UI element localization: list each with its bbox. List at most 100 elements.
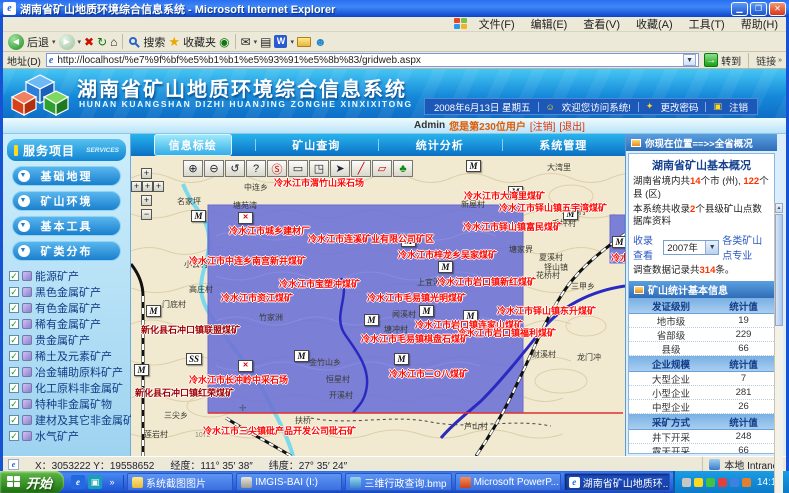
map-viewport[interactable]: 401 ✛ ⊕⊖↺?Ⓢ▭◳➤╱▱♣ +++++− 名家坪中连乡塘苑湾大湾里新屋村…	[131, 156, 625, 456]
checkbox-checked-icon[interactable]: ✓	[9, 431, 19, 441]
print-button[interactable]: ▤	[260, 34, 271, 50]
select-area-icon[interactable]: ◳	[309, 160, 329, 177]
mine-marker[interactable]: SS	[186, 353, 202, 365]
checkbox-checked-icon[interactable]: ✓	[9, 335, 19, 345]
checkbox-checked-icon[interactable]: ✓	[9, 319, 19, 329]
forward-button[interactable]: ▶▾	[59, 34, 82, 50]
stop-button[interactable]: ✖	[84, 34, 94, 50]
favorites-button[interactable]: ★收藏夹	[168, 34, 216, 50]
mine-label[interactable]: 冷水江市二O八煤矿	[389, 367, 468, 380]
close-button[interactable]: ✕	[769, 2, 786, 16]
mine-marker[interactable]: M	[364, 314, 379, 326]
layer-item[interactable]: ✓ 贵金属矿产	[9, 332, 130, 348]
logoff-link[interactable]: [注销]	[530, 118, 556, 133]
mine-label[interactable]: 冷水江市宝塑冲煤矿	[279, 277, 360, 290]
mine-marker[interactable]: ✕	[238, 360, 253, 372]
checkbox-checked-icon[interactable]: ✓	[9, 399, 19, 409]
task-imgis-drive[interactable]: IMGIS-BAI (I:)	[236, 473, 342, 491]
mine-label[interactable]: 新化县石冲口镇联盟煤矿	[141, 323, 240, 336]
mine-label[interactable]: 冷水江市铎山镇五宇湾煤矿	[499, 201, 607, 214]
address-input[interactable]: e http://localhost/%e7%9f%bf%e5%b1%b1%e5…	[46, 53, 699, 67]
mine-label[interactable]: 新化县石冲口镇红荣煤矿	[135, 386, 234, 399]
mine-marker[interactable]: ✕	[238, 212, 253, 224]
home-button[interactable]: ⌂	[110, 34, 117, 50]
menu-tools[interactable]: 工具(T)	[681, 16, 733, 32]
mine-label[interactable]: 冷水江市城乡建材厂	[229, 224, 310, 237]
map-nav-button[interactable]: +	[141, 195, 152, 206]
layer-item[interactable]: ✓ 建材及其它非金属矿物	[9, 412, 130, 428]
menu-file[interactable]: 文件(F)	[471, 16, 523, 32]
sidebar-group-basic-tools[interactable]: ▼ 基本工具	[12, 216, 121, 236]
tray-help-icon[interactable]	[694, 478, 703, 487]
zoom-out-icon[interactable]: ⊖	[204, 160, 224, 177]
mine-label[interactable]: 冷水江市岩口镇福利煤矿	[457, 326, 556, 339]
mine-marker[interactable]: M	[134, 364, 149, 376]
address-dropdown-button[interactable]: ▼	[683, 54, 696, 66]
mine-label[interactable]: 冷水江市长冲岭中采石场	[189, 373, 288, 386]
map-nav-button[interactable]: +	[141, 168, 152, 179]
map-nav-button[interactable]: +	[153, 181, 164, 192]
measure-line-icon[interactable]: ╱	[351, 160, 371, 177]
scroll-up-icon[interactable]: ▲	[775, 203, 783, 213]
logout-link[interactable]: 注销	[729, 100, 748, 114]
mine-marker[interactable]: M	[438, 261, 453, 273]
start-button[interactable]: 开始	[0, 471, 64, 493]
change-password-link[interactable]: 更改密码	[660, 100, 698, 114]
tray-green-icon[interactable]	[706, 478, 715, 487]
folder-button[interactable]	[297, 37, 311, 47]
eraser-icon[interactable]: ▱	[372, 160, 392, 177]
year-select[interactable]: 2007年 ▼	[663, 240, 719, 255]
task-ie-current[interactable]: 湖南省矿山地质环...	[564, 473, 670, 491]
zoom-in-icon[interactable]: ⊕	[183, 160, 203, 177]
checkbox-checked-icon[interactable]: ✓	[9, 351, 19, 361]
tray-update-icon[interactable]	[742, 478, 751, 487]
mine-label[interactable]: 冷水江市毛易镇棋盘石煤矿	[361, 332, 469, 345]
mine-label[interactable]: 冷水江市渭竹山采石场	[274, 176, 364, 189]
layer-item[interactable]: ✓ 化工原料非金属矿	[9, 380, 130, 396]
mine-marker[interactable]: M	[146, 305, 161, 317]
menu-help[interactable]: 帮助(H)	[733, 16, 786, 32]
messenger-button[interactable]: ☻	[314, 34, 327, 50]
tray-network-icon[interactable]	[730, 478, 739, 487]
mine-marker[interactable]: M	[612, 236, 625, 248]
mine-label[interactable]: 冷水江市中连乡南宫新井煤矿	[189, 254, 306, 267]
checkbox-checked-icon[interactable]: ✓	[9, 287, 19, 297]
select-rect-icon[interactable]: ▭	[288, 160, 308, 177]
mine-marker[interactable]: M	[419, 305, 434, 317]
sidebar-group-mineral-distribution[interactable]: ▼ 矿类分布	[12, 241, 121, 261]
media-button[interactable]: ◉	[219, 34, 229, 50]
mine-label[interactable]: 冷水江市三尖镇砒产品开发公司砒石矿	[203, 424, 356, 437]
restore-button[interactable]: ❐	[750, 2, 767, 16]
menu-edit[interactable]: 编辑(E)	[523, 16, 576, 32]
minimize-button[interactable]: ▁	[731, 2, 748, 16]
exit-link[interactable]: [退出]	[559, 118, 585, 133]
back-button[interactable]: ◀后退▾	[8, 34, 56, 50]
task-powerpoint[interactable]: Microsoft PowerP...	[455, 473, 561, 491]
tray-shield-icon[interactable]	[718, 478, 727, 487]
tab-statistics[interactable]: 统计分析	[378, 135, 502, 155]
stop-icon[interactable]: Ⓢ	[267, 160, 287, 177]
mine-marker[interactable]: M	[191, 210, 206, 222]
search-button[interactable]: 搜索	[128, 34, 165, 50]
task-screenshot-folder[interactable]: 系统截图图片	[127, 473, 233, 491]
layer-item[interactable]: ✓ 水气矿产	[9, 428, 130, 444]
mine-label[interactable]: 冷水江市岩口镇新红煤矿	[437, 275, 536, 288]
mine-label[interactable]: 冷水江市铎山镇富民煤矿	[463, 220, 562, 233]
layer-item[interactable]: ✓ 稀土及元素矿产	[9, 348, 130, 364]
mine-marker[interactable]: M	[294, 350, 309, 362]
checkbox-checked-icon[interactable]: ✓	[9, 415, 19, 425]
quicklaunch-more-icon[interactable]: »	[105, 475, 119, 489]
mail-button[interactable]: ✉▾	[241, 34, 258, 50]
menu-favorites[interactable]: 收藏(A)	[628, 16, 681, 32]
quicklaunch-ie-icon[interactable]: e	[71, 475, 85, 489]
tab-info-plot[interactable]: 信息标绘	[131, 134, 255, 156]
layer-item[interactable]: ✓ 有色金属矿产	[9, 300, 130, 316]
sidebar-group-mine-environment[interactable]: ▼ 矿山环境	[12, 191, 121, 211]
map-nav-button[interactable]: −	[141, 209, 152, 220]
tab-mine-query[interactable]: 矿山查询	[255, 135, 379, 155]
mine-label[interactable]: 冷水江市	[611, 251, 625, 264]
layer-item[interactable]: ✓ 冶金辅助原料矿产	[9, 364, 130, 380]
select-arrow-icon[interactable]: ▼	[705, 241, 718, 254]
map-nav-button[interactable]: +	[131, 181, 142, 192]
mine-label[interactable]: 冷水江市铎山镇东升煤矿	[497, 304, 596, 317]
